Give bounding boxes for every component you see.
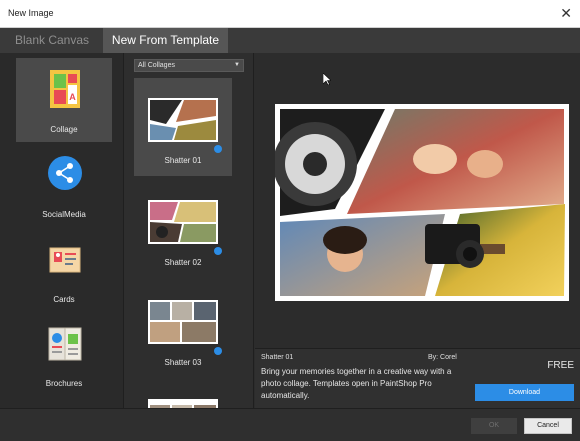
download-badge-icon xyxy=(214,247,222,255)
template-shatter-01[interactable]: Shatter 01 xyxy=(134,78,232,176)
template-thumbnail xyxy=(148,200,218,244)
preview-image xyxy=(273,104,569,301)
template-shatter-03[interactable]: Shatter 03 xyxy=(134,280,232,378)
download-badge-icon xyxy=(214,145,222,153)
category-brochures[interactable]: Brochures xyxy=(16,312,112,396)
template-label: Shatter 03 xyxy=(164,358,202,367)
template-partial[interactable] xyxy=(134,380,232,408)
svg-text:A: A xyxy=(69,92,76,102)
template-shatter-02[interactable]: Shatter 02 xyxy=(134,180,232,278)
template-description: Bring your memories together in a creati… xyxy=(261,367,452,400)
template-list: All Collages ▼ Shatter 01 Shatter 02 Sha… xyxy=(124,53,254,408)
category-label: Collage xyxy=(50,125,78,134)
category-socialmedia[interactable]: SocialMedia xyxy=(16,143,112,227)
template-name: Shatter 01 xyxy=(261,354,294,361)
category-label: Cards xyxy=(53,295,75,304)
category-label: SocialMedia xyxy=(42,210,86,219)
template-thumbnail xyxy=(148,399,218,408)
collage-filter-select[interactable]: All Collages ▼ xyxy=(134,59,244,72)
collage-icon: A xyxy=(50,70,80,108)
category-list: A Collage SocialMedia Cards Brochures xyxy=(0,53,124,408)
window-title: New Image xyxy=(8,8,54,18)
share-icon xyxy=(48,156,82,190)
template-author: By: Corel xyxy=(428,354,457,361)
cancel-button[interactable]: Cancel xyxy=(524,418,572,434)
template-thumbnail xyxy=(148,98,218,142)
download-button[interactable]: Download xyxy=(475,384,574,401)
dialog-content: A Collage SocialMedia Cards Brochures Al… xyxy=(0,53,580,408)
filter-value: All Collages xyxy=(138,62,175,69)
ok-button[interactable]: OK xyxy=(471,418,517,434)
download-badge-icon xyxy=(214,347,222,355)
template-preview xyxy=(255,53,580,348)
close-icon[interactable]: ✕ xyxy=(560,5,572,21)
category-cards[interactable]: Cards xyxy=(16,228,112,312)
card-icon xyxy=(49,247,81,273)
template-label: Shatter 02 xyxy=(164,258,202,267)
tab-blank-canvas[interactable]: Blank Canvas xyxy=(4,28,100,53)
template-price: FREE xyxy=(547,360,574,371)
template-details: Shatter 01 By: Corel FREE Bring your mem… xyxy=(255,348,580,408)
category-collage[interactable]: A Collage xyxy=(16,58,112,142)
brochure-icon xyxy=(48,327,82,361)
category-label: Brochures xyxy=(45,379,83,388)
mouse-cursor-icon xyxy=(323,73,331,85)
chevron-down-icon: ▼ xyxy=(234,62,240,68)
template-thumbnail xyxy=(148,300,218,344)
tab-new-from-template[interactable]: New From Template xyxy=(103,28,228,53)
dialog-footer: OK Cancel xyxy=(0,408,580,441)
tab-bar: Blank Canvas New From Template xyxy=(0,28,580,53)
template-label: Shatter 01 xyxy=(164,156,202,165)
title-bar: New Image ✕ xyxy=(0,0,580,28)
